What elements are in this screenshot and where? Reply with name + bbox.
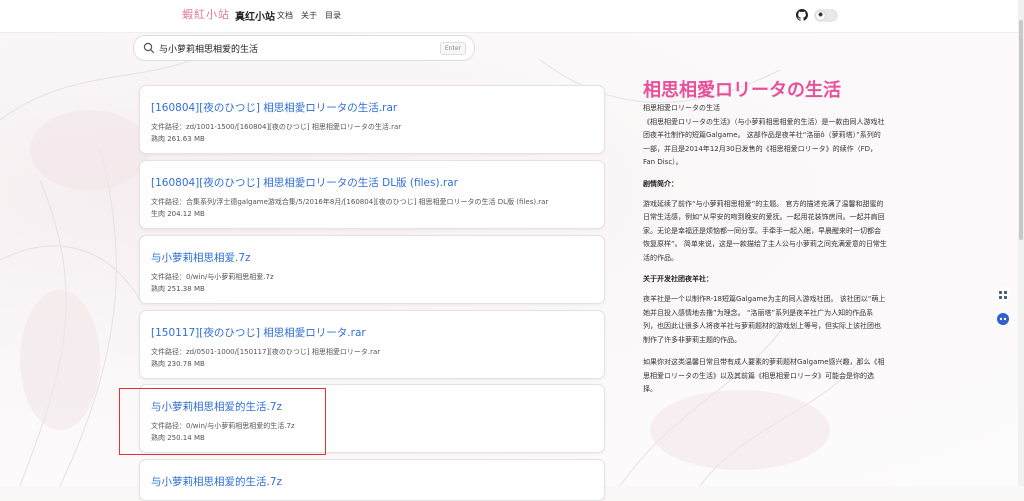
sun-icon: ✹ bbox=[816, 11, 825, 20]
result-card[interactable]: 与小萝莉相思相爱的生活.7z 文件路径：0/win/与小萝莉相思相爱的生活.7z… bbox=[139, 384, 605, 453]
result-path: 文件路径：zd/1001-1500/[160804][夜のひつじ] 相思相愛ロリ… bbox=[151, 123, 402, 131]
site-logo[interactable]: 蝦紅小站 bbox=[182, 6, 230, 24]
result-card[interactable]: 与小萝莉相思相爱.7z 文件路径：0/win/与小萝莉相思相爱.7z 熟肉 25… bbox=[139, 235, 605, 304]
settings-icon[interactable] bbox=[996, 287, 1010, 301]
top-navigation-bar: 蝦紅小站 真红小站 文档 关于 目录 ✹ bbox=[0, 0, 1024, 33]
info-intro: 《相思相愛ロリータの生活》（与小萝莉相思相爱的生活）是一款由同人游戏社团夜羊社制… bbox=[643, 117, 885, 167]
nav-about[interactable]: 关于 bbox=[301, 10, 317, 21]
github-icon[interactable] bbox=[796, 9, 808, 21]
result-size: 熟肉 251.38 MB bbox=[151, 285, 205, 293]
result-path: 文件路径：0/win/与小萝莉相思相爱的生活.7z bbox=[151, 422, 295, 430]
nav-docs[interactable]: 文档 bbox=[277, 10, 293, 21]
result-card[interactable]: [150117][夜のひつじ] 相思相愛ロリータ.rar 文件路径：zd/050… bbox=[139, 310, 605, 379]
result-size: 熟肉 230.78 MB bbox=[151, 360, 205, 368]
closing-text: 如果你对这类温馨日常且带有成人要素的萝莉题材Galgame感兴趣，那么《相思相爱… bbox=[643, 358, 885, 393]
result-size: 熟肉 261.63 MB bbox=[151, 135, 205, 143]
result-title[interactable]: [150117][夜のひつじ] 相思相愛ロリータ.rar bbox=[151, 325, 366, 340]
scrollbar-thumb[interactable] bbox=[1019, 20, 1023, 240]
plot-text: 游戏延续了前作“与小萝莉相思相爱”的主题。 官方的描述充满了温馨和甜蜜的日常生活… bbox=[643, 199, 887, 262]
robot-icon[interactable] bbox=[996, 311, 1010, 325]
developer-heading: 关于开发社团夜羊社： bbox=[643, 275, 713, 283]
result-path: 文件路径：合集系列/浮士德galgame游戏合集/5/2016年8月/[1608… bbox=[151, 198, 549, 206]
result-path: 文件路径：0/win/与小萝莉相思相爱.7z bbox=[151, 273, 274, 281]
info-panel: 相思相愛ロリータの生活 相思相愛ロリータの生活 《相思相愛ロリータの生活》（与小… bbox=[643, 80, 887, 406]
result-card[interactable]: [160804][夜のひつじ] 相思相愛ロリータの生活.rar 文件路径：zd/… bbox=[139, 85, 605, 154]
info-title: 相思相愛ロリータの生活 bbox=[643, 80, 841, 101]
search-icon bbox=[143, 42, 155, 54]
site-title[interactable]: 真红小站 bbox=[235, 8, 275, 23]
result-title[interactable]: [160804][夜のひつじ] 相思相愛ロリータの生活 DL版 (files).… bbox=[151, 175, 458, 190]
search-input[interactable] bbox=[159, 40, 429, 56]
result-title[interactable]: [160804][夜のひつじ] 相思相愛ロリータの生活.rar bbox=[151, 100, 397, 115]
result-title[interactable]: 与小萝莉相思相爱.7z bbox=[151, 250, 251, 265]
result-card[interactable]: [160804][夜のひつじ] 相思相愛ロリータの生活 DL版 (files).… bbox=[139, 160, 605, 229]
developer-text: 夜羊社是一个以制作R-18短篇Galgame为主的同人游戏社团。 该社团以“萌上… bbox=[643, 295, 886, 344]
search-box[interactable]: Enter bbox=[133, 35, 475, 61]
info-subtitle: 相思相愛ロリータの生活 bbox=[643, 104, 720, 112]
enter-key-hint: Enter bbox=[439, 42, 466, 55]
result-size: 生肉 204.12 MB bbox=[151, 210, 205, 218]
result-path: 文件路径：zd/0501-1000/[150117][夜のひつじ] 相思相愛ロリ… bbox=[151, 348, 381, 356]
result-title[interactable]: 与小萝莉相思相爱的生活.7z bbox=[151, 474, 282, 489]
plot-heading: 剧情简介： bbox=[643, 179, 678, 188]
result-size: 熟肉 250.14 MB bbox=[151, 434, 205, 442]
nav-catalog[interactable]: 目录 bbox=[325, 10, 341, 21]
result-title[interactable]: 与小萝莉相思相爱的生活.7z bbox=[151, 399, 282, 414]
result-card[interactable]: 与小萝莉相思相爱的生活.7z bbox=[139, 459, 605, 501]
theme-toggle[interactable]: ✹ bbox=[814, 9, 838, 22]
